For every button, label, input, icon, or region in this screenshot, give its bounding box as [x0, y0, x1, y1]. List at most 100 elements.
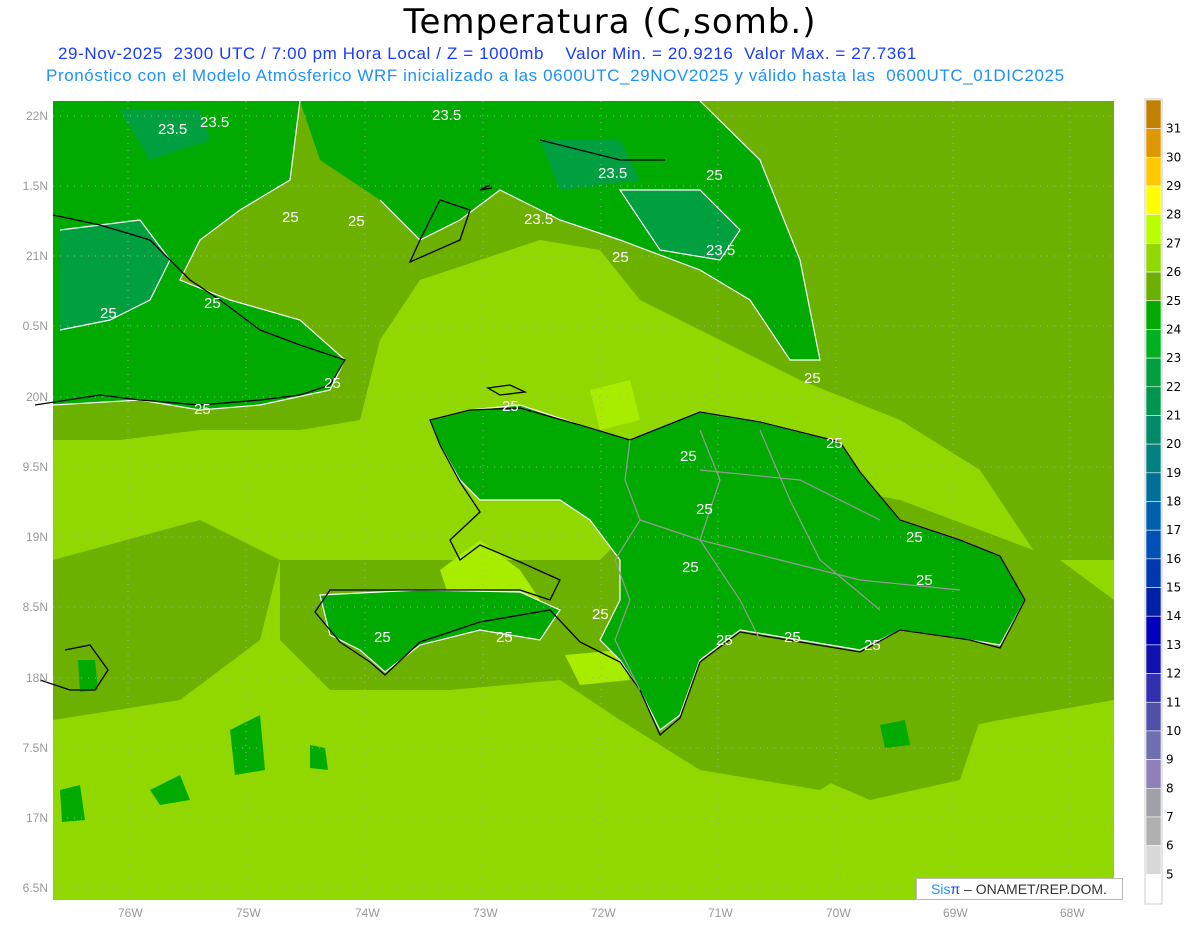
lon-tick: 71W: [708, 906, 733, 920]
colorbar-label: 26: [1166, 265, 1181, 279]
colorbar-label: 24: [1166, 322, 1181, 336]
contour-label: 25: [804, 370, 821, 387]
contour-label: 25: [826, 435, 843, 452]
colorbar-label: 31: [1166, 122, 1181, 136]
colorbar-label: 20: [1166, 437, 1181, 451]
contour-label: 25: [696, 501, 713, 518]
colorbar-swatch: [1145, 587, 1162, 617]
colorbar-label: 21: [1166, 408, 1181, 422]
contour-label: 25: [612, 249, 629, 266]
colorbar-swatch: [1145, 243, 1162, 273]
colorbar-swatch: [1145, 157, 1162, 187]
colorbar-swatch: [1145, 443, 1162, 474]
lat-tick: 1.5N: [23, 179, 48, 193]
credit-pi-logo: π: [950, 881, 961, 897]
credit-text: – ONAMET/REP.DOM.: [960, 881, 1107, 897]
lon-tick: 70W: [826, 906, 851, 920]
colorbar-swatch: [1145, 386, 1162, 416]
contour-label: 25: [204, 295, 221, 312]
contour-label: 25: [374, 629, 391, 646]
colorbar-label: 14: [1166, 609, 1181, 623]
credit-sis: Sis: [931, 881, 951, 897]
lat-tick: 17N: [26, 811, 48, 825]
colorbar-label: 8: [1166, 781, 1174, 795]
contour-label: 23.5: [158, 121, 187, 138]
colorbar-swatch: [1145, 300, 1162, 330]
lat-tick: 8.5N: [23, 600, 48, 614]
colorbar-swatch: [1145, 787, 1162, 818]
colorbar-label: 28: [1166, 208, 1181, 222]
colorbar-label: 17: [1166, 523, 1181, 537]
lat-tick: 7.5N: [23, 741, 48, 755]
contour-label: 25: [100, 305, 117, 322]
colorbar-swatch: [1145, 759, 1162, 789]
colorbar-label: 23: [1166, 351, 1181, 365]
colorbar-swatch: [1145, 845, 1162, 875]
colorbar-label: 5: [1166, 867, 1174, 881]
colorbar-label: 13: [1166, 638, 1181, 652]
contour-label: 25: [682, 559, 699, 576]
credit-box: Sisπ – ONAMET/REP.DOM.: [916, 878, 1123, 900]
lon-tick: 74W: [355, 906, 380, 920]
colorbar-swatch: [1145, 271, 1162, 302]
contour-label: 25: [784, 629, 801, 646]
contour-label: 25: [906, 529, 923, 546]
colorbar-swatch: [1145, 501, 1162, 531]
colorbar-label: 25: [1166, 294, 1181, 308]
contour-label: 25: [706, 167, 723, 184]
colorbar-label: 22: [1166, 380, 1181, 394]
colorbar-swatch: [1145, 701, 1162, 732]
lon-tick: 73W: [473, 906, 498, 920]
lat-tick: 18N: [26, 671, 48, 685]
colorbar-swatch: [1145, 99, 1162, 129]
colorbar-swatch: [1145, 128, 1162, 158]
lat-tick: 6.5N: [23, 881, 48, 895]
contour-label: 25: [324, 375, 341, 392]
colorbar-label: 15: [1166, 581, 1181, 595]
lat-axis-labels: 22N 1.5N 21N 0.5N 20N 9.5N 19N 8.5N 18N …: [23, 109, 48, 895]
contour-label: 25: [282, 209, 299, 226]
colorbar-swatch: [1145, 185, 1162, 216]
contour-label: 25: [348, 213, 365, 230]
contour-label: 25: [592, 606, 609, 623]
colorbar-swatch: [1145, 673, 1162, 703]
lon-tick: 68W: [1060, 906, 1085, 920]
colorbar-swatch: [1145, 558, 1162, 588]
colorbar-label: 12: [1166, 667, 1181, 681]
colorbar-label: 11: [1166, 695, 1181, 709]
lat-tick: 22N: [26, 109, 48, 123]
colorbar: 31 30 29 28 27 26 25 24 23 22 21 20 19 18 17 16 15 14 13 12…: [1144, 98, 1181, 905]
lat-tick: 21N: [26, 249, 48, 263]
colorbar-swatch: [1145, 816, 1162, 846]
contour-label: 25: [716, 632, 733, 649]
colorbar-label: 10: [1166, 724, 1181, 738]
lon-tick: 76W: [118, 906, 143, 920]
lat-tick: 9.5N: [23, 460, 48, 474]
colorbar-swatch: [1145, 329, 1162, 359]
contour-label: 25: [194, 401, 211, 418]
contour-label: 23.5: [706, 242, 735, 259]
colorbar-swatch: [1145, 874, 1162, 904]
contour-label: 23.5: [200, 114, 229, 131]
colorbar-label: 18: [1166, 495, 1181, 509]
colorbar-label: 16: [1166, 552, 1181, 566]
contour-label: 25: [916, 572, 933, 589]
colorbar-swatch: [1145, 615, 1162, 646]
contour-label: 25: [680, 448, 697, 465]
colorbar-swatch: [1145, 529, 1162, 560]
temperature-map: 23.5 23.5 23.5 25 23.5 25 23.5 25 23.5 2…: [23, 98, 1181, 920]
contour-label: 25: [502, 398, 519, 415]
contour-label: 23.5: [432, 107, 461, 124]
lon-axis-labels: 76W 75W 74W 73W 72W 71W 70W 69W 68W: [118, 906, 1085, 920]
lon-tick: 69W: [943, 906, 968, 920]
lon-tick: 72W: [591, 906, 616, 920]
colorbar-label: 30: [1166, 150, 1181, 164]
colorbar-label: 27: [1166, 236, 1181, 250]
colorbar-swatch: [1145, 357, 1162, 388]
map-field: [53, 101, 1114, 900]
colorbar-label: 9: [1166, 753, 1174, 767]
colorbar-label: 7: [1166, 810, 1174, 824]
contour-label: 25: [496, 629, 513, 646]
contour-label: 23.5: [598, 165, 627, 182]
lat-tick: 0.5N: [23, 319, 48, 333]
